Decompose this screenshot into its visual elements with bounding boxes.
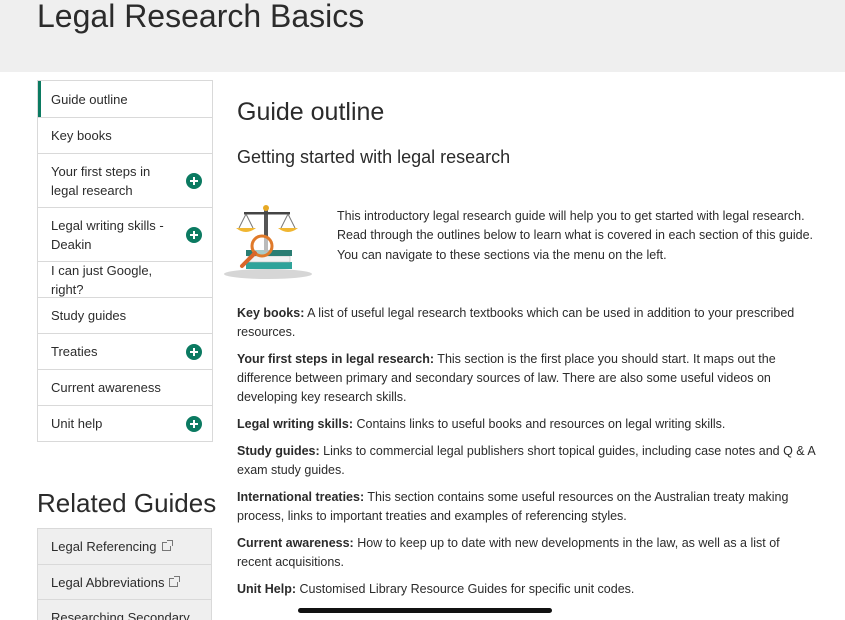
sidebar-item-guide-outline[interactable]: Guide outline [38,81,212,117]
content-heading: Guide outline [237,98,385,126]
section-description: Study guides: Links to commercial legal … [237,442,817,480]
related-guides-heading: Related Guides [37,488,217,518]
intro-text: This introductory legal research guide w… [337,209,813,262]
main-content: Guide outline Getting started with legal… [224,96,817,596]
sidebar-item-label: Unit help [51,416,103,431]
external-link-icon [169,575,181,587]
sidebar-item-first-steps[interactable]: Your first steps in legal research [38,153,212,207]
sidebar-item-label: Current awareness [51,380,161,395]
scales-of-justice-icon [224,205,312,279]
related-guides-list: Legal Referencing Legal Abbreviations Re… [37,528,212,620]
external-link-icon [161,540,173,551]
sidebar-item-treaties[interactable]: Treaties [38,333,212,369]
section-term: Your first steps in legal research: [237,352,435,366]
sidebar-nav: Guide outline Key books Your first steps… [37,80,213,442]
sidebar-item-label: Treaties [51,344,98,359]
sidebar-item-label: Key books [51,128,112,143]
expand-plus-icon[interactable] [186,415,202,432]
sidebar-item-key-books[interactable]: Key books [38,117,212,153]
sidebar-item-current-awareness[interactable]: Current awareness [38,369,212,405]
section-term: International treaties: [237,490,365,504]
sidebar-item-label: Study guides [51,308,127,323]
section-description: Your first steps in legal research: This… [237,350,817,407]
section-term: Legal writing skills: [237,417,353,431]
section-term: Study guides: [237,444,320,458]
horizontal-scrollbar[interactable] [298,608,552,613]
section-desc: Contains links to useful books and resou… [353,417,726,431]
section-description: International treaties: This section con… [237,488,817,526]
sidebar-item-legal-writing[interactable]: Legal writing skills - Deakin [38,207,212,261]
sidebar-item-label: Legal writing skills - Deakin [51,217,164,252]
sidebar-item-study-guides[interactable]: Study guides [38,297,212,333]
section-desc: A list of useful legal research textbook… [237,306,795,339]
section-term: Key books: [237,306,305,320]
expand-plus-icon[interactable] [186,172,202,189]
section-description: Unit Help: Customised Library Resource G… [237,580,817,599]
section-descriptions: Key books: A list of useful legal resear… [237,304,817,607]
page-banner: Legal Research Basics [0,0,845,72]
content-subheading: Getting started with legal research [237,147,511,167]
section-description: Legal writing skills: Contains links to … [237,415,817,434]
expand-plus-icon[interactable] [186,226,202,243]
expand-plus-icon[interactable] [186,343,202,360]
related-link-label: Researching Secondary [51,609,190,620]
page-title: Legal Research Basics [37,0,365,34]
section-desc: Links to commercial legal publishers sho… [237,444,816,477]
section-desc: Customised Library Resource Guides for s… [296,582,635,596]
section-description: Current awareness: How to keep up to dat… [237,534,817,572]
sidebar-item-label: Your first steps in legal research [51,163,151,198]
sidebar-item-google[interactable]: I can just Google, right? [38,261,212,297]
intro-block: This introductory legal research guide w… [224,200,817,280]
section-description: Key books: A list of useful legal resear… [237,304,817,342]
section-term: Unit Help: [237,582,297,596]
sidebar-item-unit-help[interactable]: Unit help [38,405,212,441]
related-link-researching-secondary[interactable]: Researching Secondary [38,599,211,620]
sidebar-item-label: I can just Google, right? [51,262,153,297]
related-link-label: Legal Referencing [51,539,157,554]
section-term: Current awareness: [237,536,354,550]
sidebar-item-label: Guide outline [51,91,128,107]
related-link-legal-referencing[interactable]: Legal Referencing [38,529,211,564]
related-link-label: Legal Abbreviations [51,574,165,590]
related-link-legal-abbreviations[interactable]: Legal Abbreviations [38,564,211,599]
